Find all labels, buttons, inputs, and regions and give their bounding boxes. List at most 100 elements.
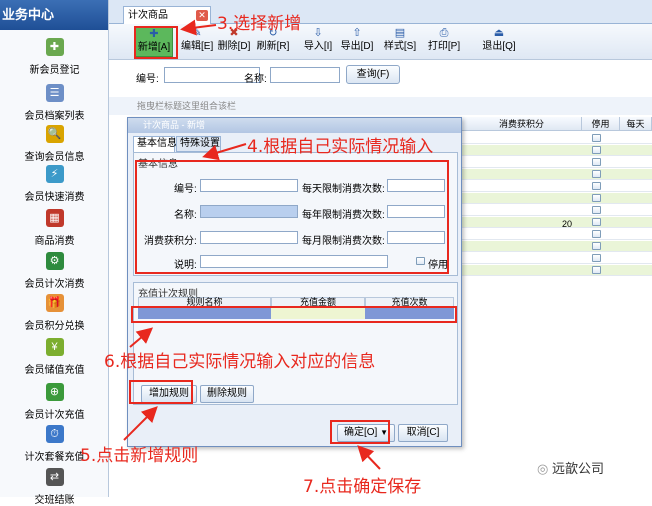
exit-icon: ⏏ [493, 27, 505, 39]
toolbar-button[interactable]: ⏏ 退出[Q] [481, 27, 517, 57]
goods-icon: ▦ [45, 209, 64, 227]
col-daily[interactable]: 每天 [620, 117, 652, 131]
package-icon: ⏱ [45, 425, 64, 443]
sidebar-item[interactable]: ▦ 商品消费 [0, 209, 109, 247]
row-disabled-checkbox[interactable] [592, 266, 601, 274]
toolbar-button-label: 样式[S] [383, 41, 417, 52]
sidebar-item-label: 交班结账 [34, 495, 75, 506]
toolbar-button[interactable]: ⇧ 导出[D] [339, 27, 375, 57]
name-label: 名称: [244, 74, 267, 85]
row-disabled-checkbox[interactable] [592, 170, 601, 178]
annotation-step3: 3.选择新增 [217, 14, 302, 34]
toolbar-button[interactable]: ▤ 样式[S] [381, 27, 419, 57]
search-row: 编号: 名称: 查询(F) [109, 60, 652, 92]
group-hint: 拖曳栏标题这里组合该栏 [109, 97, 652, 115]
cancel-button[interactable]: 取消[C] [398, 424, 448, 442]
sidebar-item[interactable]: ¥ 会员储值充值 [0, 338, 109, 376]
wechat-icon: ◎ [537, 461, 549, 476]
table-row[interactable] [449, 229, 652, 240]
coin-icon: ¥ [45, 338, 64, 356]
table-row[interactable] [449, 193, 652, 204]
toolbar-button[interactable]: ⇩ 导入[I] [302, 27, 334, 57]
table-row[interactable] [449, 265, 652, 276]
sidebar-item-label: 会员计次充值 [24, 410, 85, 421]
annotation-step6: 6.根据自己实际情况输入对应的信息 [104, 352, 376, 372]
sidebar-item-label: 新会员登记 [29, 65, 80, 76]
col-disabled[interactable]: 停用 [582, 117, 620, 131]
sidebar-item[interactable]: ⇄ 交班结账 [0, 468, 109, 506]
search-icon: 🔍 [45, 125, 64, 143]
delete-rule-button[interactable]: 删除规则 [200, 385, 254, 403]
row-disabled-checkbox[interactable] [592, 242, 601, 250]
plus-circle-icon: ⊕ [45, 383, 64, 401]
row-disabled-checkbox[interactable] [592, 182, 601, 190]
query-button[interactable]: 查询(F) [346, 65, 400, 84]
toolbar-button-label: 导出[D] [340, 41, 374, 52]
tab-special-settings[interactable]: 特殊设置 [176, 136, 221, 152]
gift-icon: 🎁 [45, 294, 64, 312]
sidebar: 业务中心 ✚ 新会员登记 ☰ 会员档案列表 🔍 查询会员信息 ⚡ 会员快速消费 ▦ 商品消费 ⚙ 会员… [0, 0, 109, 506]
sidebar-title: 业务中心 [0, 0, 108, 30]
table-row[interactable] [449, 181, 652, 192]
table-row[interactable] [449, 169, 652, 180]
export-icon: ⇧ [352, 27, 362, 39]
highlight-ok [330, 420, 390, 444]
toolbar-button[interactable]: ⎙ 打印[P] [424, 27, 464, 57]
tab-basic-info[interactable]: 基本信息 [133, 136, 177, 152]
toolbar-button[interactable]: ✎ 编辑[E] [181, 27, 213, 57]
toolbar-button-label: 刷新[R] [256, 41, 290, 52]
count-consume-icon: ⚙ [45, 252, 64, 270]
toolbar-button-label: 导入[I] [303, 41, 333, 52]
sidebar-item[interactable]: 🔍 查询会员信息 [0, 125, 109, 163]
code-label: 编号: [136, 74, 159, 85]
row-disabled-checkbox[interactable] [592, 218, 601, 226]
table-row[interactable] [449, 217, 652, 228]
watermark-text: 远歆公司 [551, 461, 604, 476]
points-value: 20 [562, 219, 573, 229]
row-disabled-checkbox[interactable] [592, 158, 601, 166]
sidebar-item-label: 会员计次消费 [24, 279, 85, 290]
sidebar-item[interactable]: 🎁 会员积分兑换 [0, 294, 109, 332]
row-disabled-checkbox[interactable] [592, 206, 601, 214]
fast-consume-icon: ⚡ [45, 165, 64, 183]
sidebar-item[interactable]: ✚ 新会员登记 [0, 38, 109, 76]
sidebar-item-label: 会员储值充值 [24, 365, 85, 376]
watermark: ◎ 远歆公司 [537, 458, 604, 477]
highlight-recharge-row [131, 306, 457, 323]
tab-label: 计次商品 [128, 10, 168, 21]
style-icon: ▤ [394, 27, 406, 39]
name-search-input[interactable] [270, 67, 340, 83]
row-disabled-checkbox[interactable] [592, 146, 601, 154]
row-disabled-checkbox[interactable] [592, 230, 601, 238]
member-register-icon: ✚ [45, 38, 64, 56]
toolbar-button-label: 编辑[E] [181, 41, 214, 52]
toolbar-button-label: 删除[D] [217, 41, 251, 52]
table-row[interactable] [449, 205, 652, 216]
row-disabled-checkbox[interactable] [592, 134, 601, 142]
table-row[interactable] [449, 241, 652, 252]
tab-count-goods[interactable]: 计次商品 ✕ [123, 6, 211, 25]
annotation-step4: 4.根据自己实际情况输入 [247, 137, 434, 157]
toolbar: ✚ 新增[A] ✎ 编辑[E] ✖ 删除[D] ↻ 刷新[R] ⇩ 导入[I] ⇧ 导出[D] ▤ 样式[… [109, 24, 652, 60]
list-icon: ☰ [45, 84, 64, 102]
table-row[interactable] [449, 157, 652, 168]
toolbar-button-label: 退出[Q] [482, 41, 516, 52]
dialog-title: 计次商品 - 新增 [128, 118, 461, 133]
col-points[interactable]: 消费获积分 [462, 117, 582, 131]
row-disabled-checkbox[interactable] [592, 194, 601, 202]
sidebar-item[interactable]: ☰ 会员档案列表 [0, 84, 109, 122]
table-row[interactable] [449, 145, 652, 156]
sidebar-item[interactable]: ⚙ 会员计次消费 [0, 252, 109, 290]
edit-icon: ✎ [192, 27, 202, 39]
sidebar-item-label: 查询会员信息 [24, 152, 85, 163]
table-row[interactable] [449, 133, 652, 144]
sidebar-item-label: 会员积分兑换 [24, 321, 85, 332]
sidebar-item[interactable]: ⊕ 会员计次充值 [0, 383, 109, 421]
sidebar-item-label: 商品消费 [34, 236, 75, 247]
row-disabled-checkbox[interactable] [592, 254, 601, 262]
highlight-basic-fields [135, 160, 449, 274]
highlight-new-button [134, 26, 178, 59]
sidebar-item[interactable]: ⚡ 会员快速消费 [0, 165, 109, 203]
close-icon[interactable]: ✕ [196, 10, 208, 21]
table-row[interactable] [449, 253, 652, 264]
